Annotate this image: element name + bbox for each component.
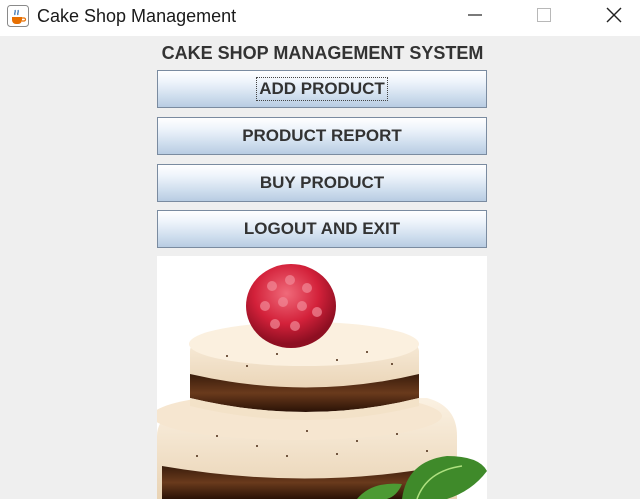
buy-product-label: BUY PRODUCT xyxy=(259,173,385,192)
page-title: CAKE SHOP MANAGEMENT SYSTEM xyxy=(161,43,484,63)
minimize-button[interactable] xyxy=(452,0,498,34)
buy-product-button[interactable]: BUY PRODUCT xyxy=(157,164,487,202)
product-report-label: PRODUCT REPORT xyxy=(242,126,402,145)
product-report-button[interactable]: PRODUCT REPORT xyxy=(157,117,487,155)
window-titlebar[interactable]: Cake Shop Management xyxy=(0,0,640,36)
window-title: Cake Shop Management xyxy=(37,6,237,26)
java-cup-icon xyxy=(7,5,29,27)
close-button[interactable] xyxy=(591,0,637,34)
maximize-icon xyxy=(536,7,552,28)
maximize-button[interactable] xyxy=(521,0,567,34)
add-product-label: ADD PRODUCT xyxy=(256,77,388,101)
close-icon xyxy=(605,6,623,29)
logout-exit-button[interactable]: LOGOUT AND EXIT xyxy=(157,210,487,248)
minimize-icon xyxy=(467,7,483,28)
logout-exit-label: LOGOUT AND EXIT xyxy=(243,219,401,238)
add-product-button[interactable]: ADD PRODUCT xyxy=(157,70,487,108)
cake-with-raspberry-image xyxy=(157,256,487,499)
